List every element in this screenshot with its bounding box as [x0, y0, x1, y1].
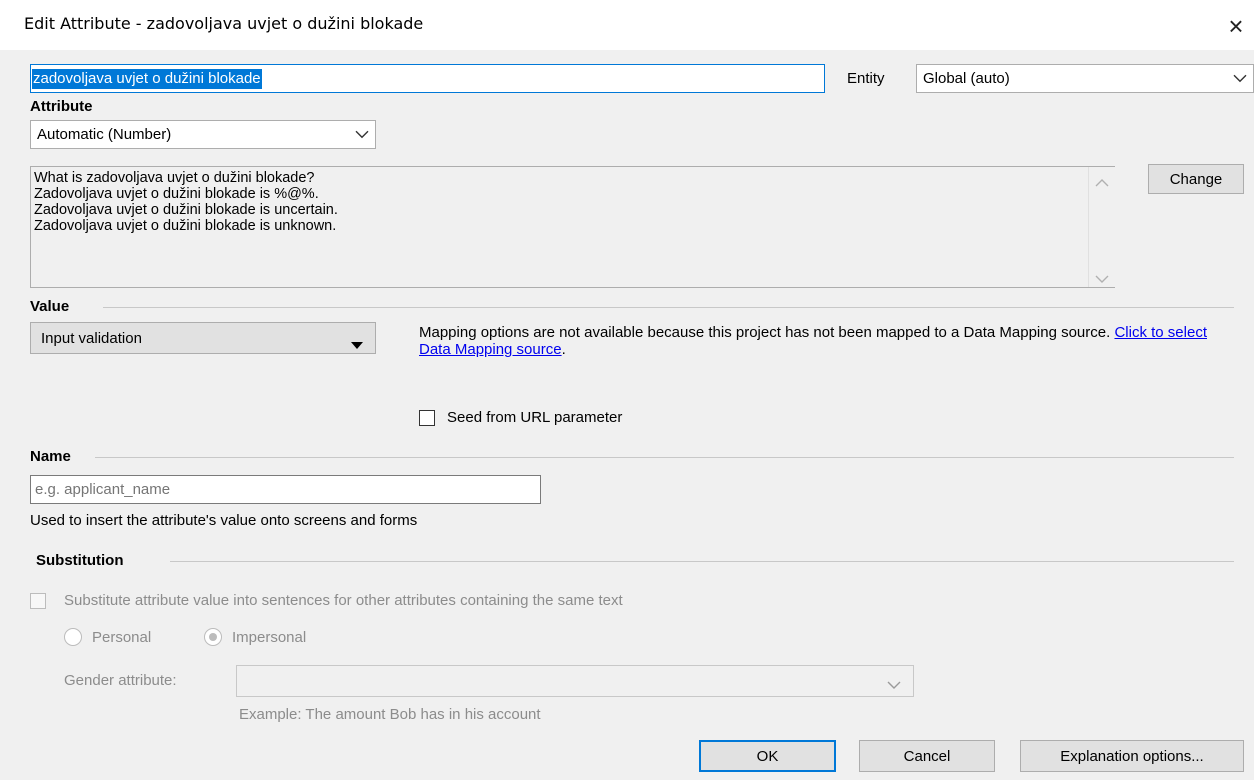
- name-input[interactable]: [30, 475, 541, 504]
- scroll-down-icon[interactable]: [1095, 271, 1109, 288]
- substitute-row[interactable]: Substitute attribute value into sentence…: [30, 592, 623, 609]
- seed-url-checkbox[interactable]: [419, 409, 435, 426]
- name-section-label: Name: [30, 448, 71, 465]
- explanation-options-button[interactable]: Explanation options...: [1020, 740, 1244, 772]
- impersonal-radio[interactable]: [204, 628, 222, 646]
- change-button[interactable]: Change: [1148, 164, 1244, 194]
- gender-attribute-dropdown[interactable]: [236, 665, 914, 697]
- substitution-section-divider: [170, 561, 1234, 562]
- gender-attribute-label: Gender attribute:: [64, 672, 177, 689]
- title-bar: Edit Attribute - zadovoljava uvjet o duž…: [0, 0, 1254, 50]
- chevron-down-icon: [887, 677, 901, 694]
- impersonal-label: Impersonal: [232, 628, 307, 646]
- attribute-type-dropdown[interactable]: Automatic (Number): [30, 120, 376, 149]
- value-source-selected: Input validation: [41, 329, 142, 347]
- value-section-divider: [103, 307, 1234, 308]
- window-title: Edit Attribute - zadovoljava uvjet o duž…: [24, 14, 424, 33]
- sentence-uncertain: Zadovoljava uvjet o dužini blokade is un…: [34, 202, 338, 218]
- seed-url-label: Seed from URL parameter: [447, 409, 623, 426]
- personal-option[interactable]: Personal: [64, 628, 151, 646]
- personal-label: Personal: [92, 628, 152, 646]
- attribute-section-label: Attribute: [30, 98, 93, 115]
- scroll-up-icon[interactable]: [1095, 175, 1109, 192]
- substitution-section-label: Substitution: [36, 552, 124, 569]
- name-help-text: Used to insert the attribute's value ont…: [30, 512, 418, 529]
- sentences-textarea[interactable]: What is zadovoljava uvjet o dužini bloka…: [30, 166, 1115, 288]
- impersonal-option[interactable]: Impersonal: [204, 628, 306, 646]
- sentence-question: What is zadovoljava uvjet o dužini bloka…: [34, 170, 315, 186]
- entity-selected: Global (auto): [923, 70, 1010, 87]
- attribute-text-input[interactable]: zadovoljava uvjet o dužini blokade: [30, 64, 825, 93]
- radio-selected-dot: [209, 633, 217, 641]
- ok-button[interactable]: OK: [699, 740, 836, 772]
- mapping-message: Mapping options are not available becaus…: [419, 324, 1229, 358]
- substitute-checkbox[interactable]: [30, 592, 46, 609]
- entity-dropdown[interactable]: Global (auto): [916, 64, 1254, 93]
- sentences-scrollbar[interactable]: [1088, 167, 1115, 287]
- chevron-down-icon: [1233, 70, 1247, 86]
- attribute-text-selection: zadovoljava uvjet o dužini blokade: [32, 69, 262, 89]
- chevron-down-icon: [355, 126, 369, 142]
- entity-label: Entity: [847, 70, 885, 87]
- name-section-divider: [95, 457, 1234, 458]
- mapping-text: Mapping options are not available becaus…: [419, 324, 1111, 341]
- sentence-unknown: Zadovoljava uvjet o dužini blokade is un…: [34, 218, 337, 234]
- dropdown-arrow-icon: [351, 336, 363, 353]
- value-section-label: Value: [30, 298, 70, 315]
- attribute-type-selected: Automatic (Number): [37, 126, 172, 143]
- substitute-label: Substitute attribute value into sentence…: [64, 592, 623, 609]
- personal-radio[interactable]: [64, 628, 82, 646]
- gender-example-text: Example: The amount Bob has in his accou…: [239, 706, 541, 723]
- cancel-button[interactable]: Cancel: [859, 740, 995, 772]
- mapping-suffix: .: [561, 341, 566, 358]
- sentences-list: What is zadovoljava uvjet o dužini bloka…: [34, 170, 338, 234]
- sentence-value: Zadovoljava uvjet o dužini blokade is %@…: [34, 186, 319, 202]
- seed-url-row[interactable]: Seed from URL parameter: [419, 409, 622, 426]
- close-icon[interactable]: ×: [1218, 8, 1254, 44]
- value-source-dropdown[interactable]: Input validation: [30, 322, 376, 354]
